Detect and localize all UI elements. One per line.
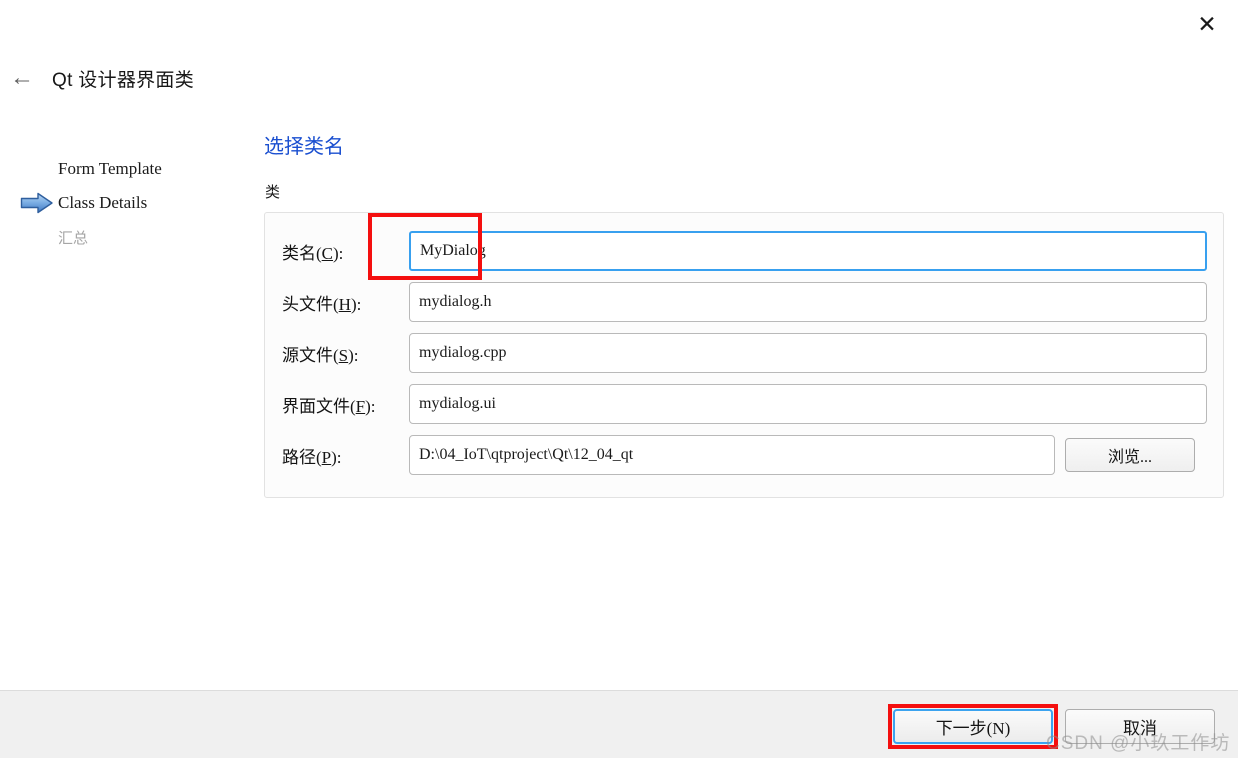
field-row-header-file: 头文件(H):	[281, 282, 1207, 322]
title-bar: ✕	[0, 0, 1238, 50]
wizard-nav: Form Template Class Details 汇总	[0, 152, 250, 254]
field-row-source-file: 源文件(S):	[281, 333, 1207, 373]
nav-marker-blank	[20, 158, 58, 180]
nav-item-class-details[interactable]: Class Details	[0, 186, 250, 220]
class-name-input[interactable]	[409, 231, 1207, 271]
field-row-path: 路径(P): 浏览...	[281, 435, 1207, 475]
section-heading: 选择类名	[264, 136, 344, 158]
page-title: Qt 设计器界面类	[52, 69, 195, 91]
header-file-input[interactable]	[409, 282, 1207, 322]
group-label: 类	[265, 184, 281, 201]
main-content: 选择类名 类 类名(C): 头文件(H): 源文件(S):	[264, 130, 1226, 498]
browse-button[interactable]: 浏览...	[1065, 438, 1195, 472]
nav-label-form-template: Form Template	[58, 159, 162, 178]
path-input[interactable]	[409, 435, 1055, 475]
nav-item-summary[interactable]: 汇总	[0, 220, 250, 254]
class-details-groupbox: 类名(C): 头文件(H): 源文件(S):	[264, 212, 1224, 498]
label-class-name: 类名(C):	[282, 243, 344, 263]
current-step-arrow-icon	[20, 192, 58, 214]
dialog-header: ← Qt 设计器界面类	[0, 58, 194, 98]
qt-designer-form-class-dialog: ✕ ← Qt 设计器界面类 Form Template Class Detail…	[0, 0, 1238, 758]
dialog-footer: 下一步(N) 取消	[0, 690, 1238, 758]
ui-file-input[interactable]	[409, 384, 1207, 424]
label-source-file: 源文件(S):	[282, 345, 359, 365]
field-row-class-name: 类名(C):	[281, 231, 1207, 271]
nav-label-summary: 汇总	[58, 229, 89, 247]
label-path: 路径(P):	[282, 447, 342, 467]
nav-marker-blank	[20, 226, 58, 248]
field-row-ui-file: 界面文件(F):	[281, 384, 1207, 424]
label-ui-file: 界面文件(F):	[282, 396, 376, 416]
back-arrow-icon[interactable]: ←	[0, 58, 44, 98]
nav-item-form-template[interactable]: Form Template	[0, 152, 250, 186]
close-icon[interactable]: ✕	[1184, 4, 1230, 44]
cancel-button[interactable]: 取消	[1065, 709, 1215, 744]
next-button[interactable]: 下一步(N)	[893, 709, 1053, 744]
source-file-input[interactable]	[409, 333, 1207, 373]
nav-label-class-details: Class Details	[58, 193, 148, 212]
label-header-file: 头文件(H):	[282, 294, 362, 314]
